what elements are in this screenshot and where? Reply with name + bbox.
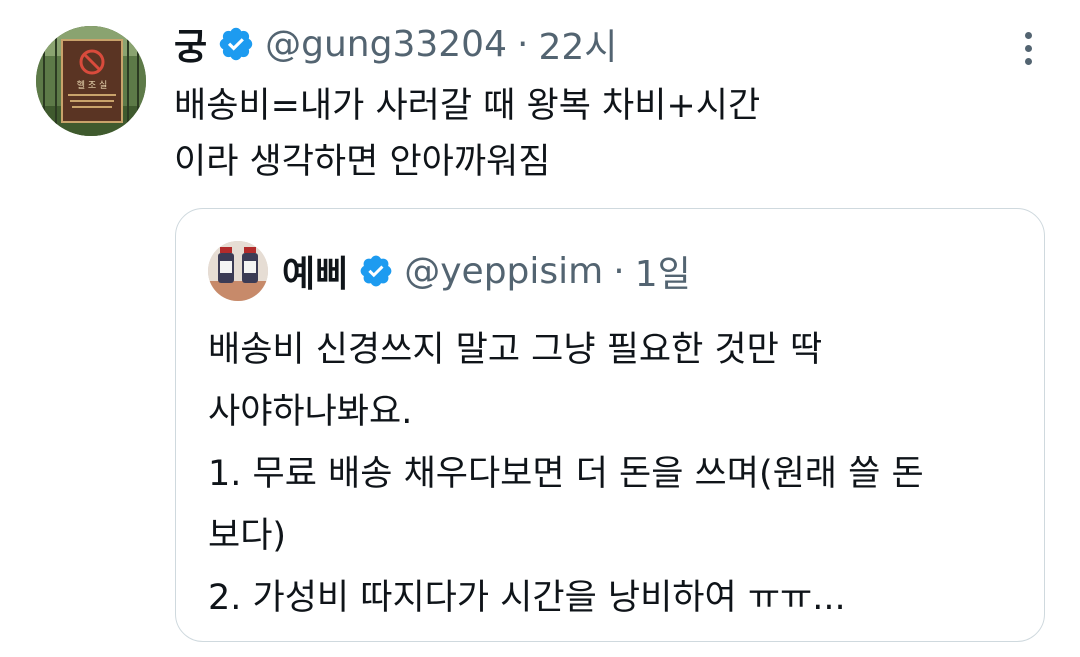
quoted-tweet-text-line: 2. 가성비 따지다가 시간을 낭비하여 ㅠㅠ... — [208, 578, 846, 618]
author-avatar[interactable]: 헬 조 실 — [36, 26, 146, 136]
avatar-image: 헬 조 실 — [36, 26, 146, 136]
more-options-icon — [1024, 31, 1032, 39]
separator-dot: · — [516, 23, 529, 65]
separator-dot: · — [613, 250, 625, 292]
tweet-text: 배송비=내가 사러갈 때 왕복 차비+시간 이라 생각하면 안아까워짐 — [174, 78, 1034, 190]
quoted-tweet-card[interactable]: 예삐 @yeppisim · 1일 배송비 신경쓰지 말고 그냥 필요한 것만 … — [175, 208, 1045, 642]
author-display-name[interactable]: 궁 — [174, 18, 207, 70]
tweet-text-line: 배송비=내가 사러갈 때 왕복 차비+시간 — [174, 86, 761, 126]
quoted-tweet-header: 예삐 @yeppisim · 1일 — [282, 245, 691, 297]
verified-badge-icon — [360, 255, 392, 287]
quoted-tweet-timestamp: 1일 — [634, 254, 691, 295]
quoted-tweet-text-line: 사야하나봐요. — [208, 392, 413, 432]
quoted-tweet-text-line: 보다) — [208, 516, 287, 556]
tweet-timestamp[interactable]: 22시 — [538, 18, 617, 70]
tweet: 헬 조 실 궁 @gung33204 · 22시 배송비=내가 사러갈 때 왕복… — [0, 0, 1080, 657]
tweet-header: 궁 @gung33204 · 22시 — [174, 18, 617, 70]
author-handle[interactable]: @gung33204 — [265, 24, 507, 65]
quoted-tweet-text: 배송비 신경쓰지 말고 그냥 필요한 것만 딱 사야하나봐요. 1. 무료 배송… — [208, 319, 1028, 629]
verified-badge-icon[interactable] — [217, 25, 255, 63]
more-options-button[interactable] — [1006, 26, 1050, 70]
quoted-tweet-text-line: 배송비 신경쓰지 말고 그냥 필요한 것만 딱 — [208, 330, 823, 370]
quoted-avatar-image — [208, 241, 268, 301]
quoted-author-avatar — [208, 241, 268, 301]
quoted-author-display-name: 예삐 — [282, 254, 349, 295]
quoted-author-handle: @yeppisim — [404, 250, 604, 292]
tweet-text-line: 이라 생각하면 안아까워짐 — [174, 142, 551, 182]
quoted-tweet-text-line: 1. 무료 배송 채우다보면 더 돈을 쓰며(원래 쓸 돈 — [208, 454, 924, 494]
avatar-sign-text: 헬 조 실 — [77, 80, 108, 91]
more-options-icon-dot — [1024, 44, 1032, 52]
more-options-icon-dot — [1024, 57, 1032, 65]
